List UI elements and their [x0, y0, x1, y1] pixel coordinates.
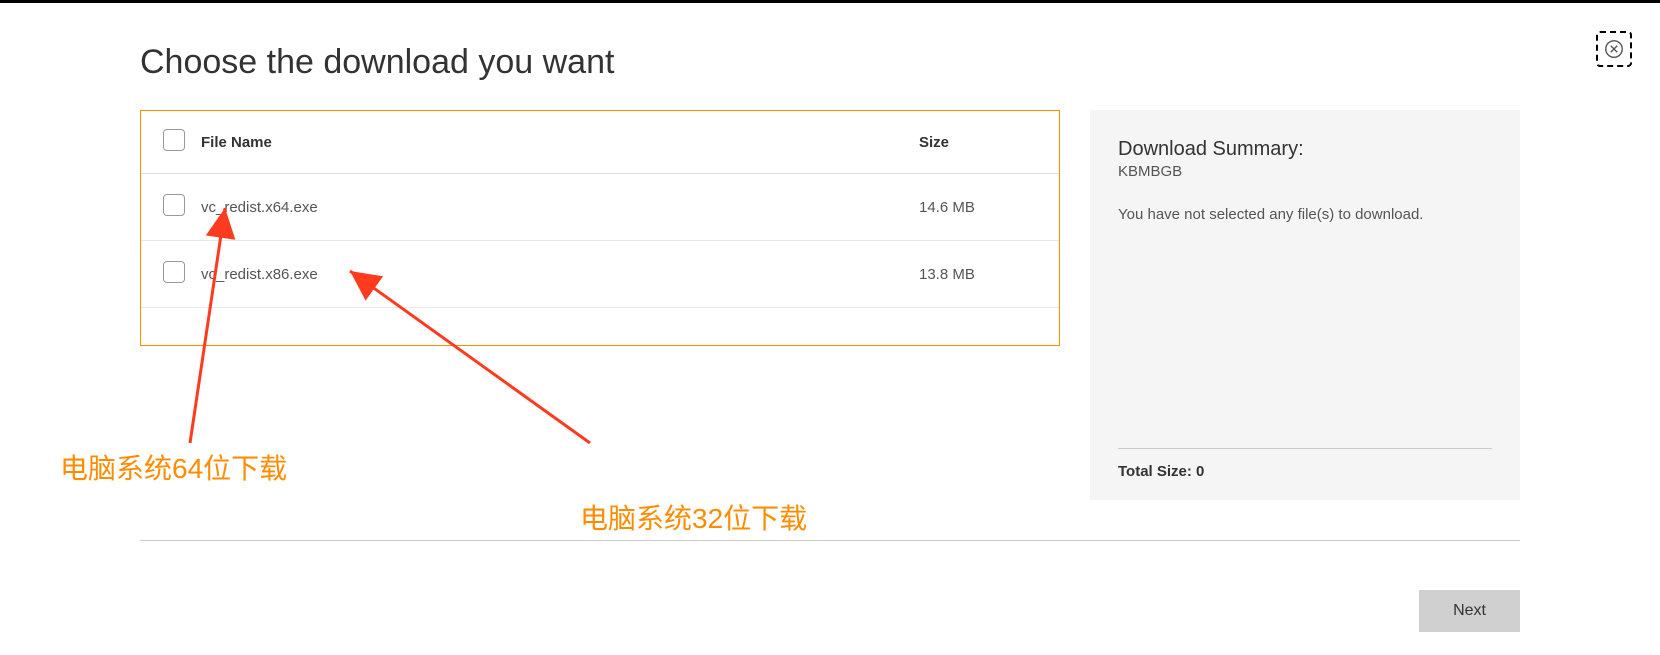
file-size-cell: 14.6 MB — [919, 174, 1059, 241]
downloads-table: File Name Size vc_redist.x64.exe 14.6 MB — [141, 111, 1059, 308]
summary-total: Total Size: 0 — [1118, 448, 1492, 480]
table-row: vc_redist.x86.exe 13.8 MB — [141, 241, 1059, 308]
col-size: Size — [919, 111, 1059, 174]
summary-title: Download Summary: — [1118, 138, 1492, 161]
file-name-cell: vc_redist.x86.exe — [201, 241, 919, 308]
download-summary-panel: Download Summary: KBMBGB You have not se… — [1090, 110, 1520, 500]
summary-subtitle: KBMBGB — [1118, 163, 1492, 180]
divider — [140, 540, 1520, 541]
col-file-name: File Name — [201, 111, 919, 174]
page-title: Choose the download you want — [140, 43, 1520, 82]
row-checkbox[interactable] — [163, 261, 185, 283]
file-name-cell: vc_redist.x64.exe — [201, 174, 919, 241]
select-all-checkbox[interactable] — [163, 129, 185, 151]
next-button[interactable]: Next — [1419, 590, 1520, 632]
row-checkbox[interactable] — [163, 194, 185, 216]
table-row: vc_redist.x64.exe 14.6 MB — [141, 174, 1059, 241]
summary-message: You have not selected any file(s) to dow… — [1118, 206, 1492, 448]
file-size-cell: 13.8 MB — [919, 241, 1059, 308]
downloads-table-wrap: File Name Size vc_redist.x64.exe 14.6 MB — [140, 110, 1060, 346]
